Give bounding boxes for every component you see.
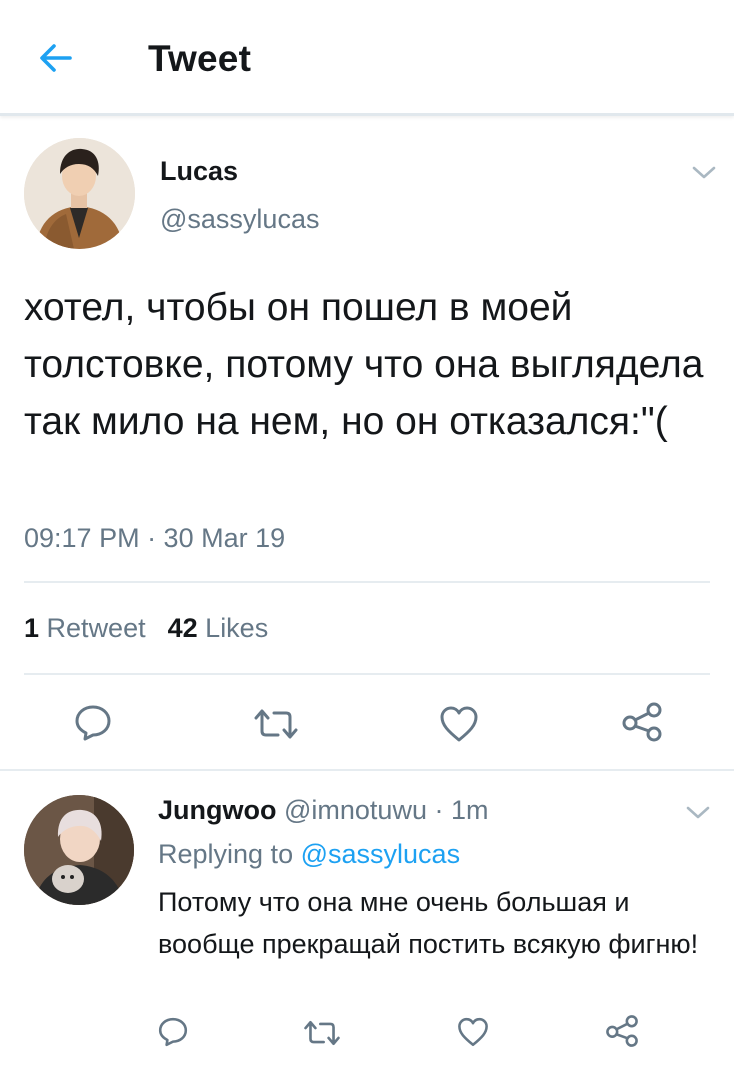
- like-icon: [458, 1017, 488, 1047]
- replying-to: Replying to @sassylucas: [158, 839, 460, 870]
- reply-share-button[interactable]: [604, 1014, 640, 1048]
- chevron-down-icon: [686, 806, 710, 819]
- divider: [24, 673, 710, 675]
- tweet-stats: 1 Retweet 42 Likes: [24, 613, 290, 644]
- divider: [24, 581, 710, 583]
- reply-like-button[interactable]: [456, 1016, 490, 1048]
- reply-tweet: Jungwoo @imnotuwu · 1m Replying to @sass…: [0, 771, 734, 1080]
- retweet-icon: [254, 709, 298, 739]
- reply-button[interactable]: [72, 703, 114, 743]
- top-bar: Tweet: [0, 0, 734, 116]
- like-button[interactable]: [438, 704, 480, 744]
- back-button[interactable]: [36, 38, 76, 78]
- tweet-text: хотел, чтобы он пошел в моей толстовке, …: [24, 286, 704, 443]
- like-icon: [440, 706, 478, 742]
- author-name[interactable]: Lucas: [160, 156, 238, 187]
- like-count: 42: [167, 613, 198, 643]
- reply-retweet-button[interactable]: [302, 1019, 342, 1047]
- retweet-count: 1: [24, 613, 40, 643]
- reply-text: Потому что она мне очень большая и вообщ…: [158, 887, 699, 959]
- reply-reply-button[interactable]: [156, 1016, 190, 1048]
- reply-time: 1m: [451, 795, 489, 825]
- reply-icon: [158, 1017, 188, 1047]
- share-button[interactable]: [620, 701, 664, 743]
- retweet-button[interactable]: [252, 707, 300, 741]
- page-title: Tweet: [148, 38, 252, 79]
- replying-to-link[interactable]: @sassylucas: [301, 839, 460, 869]
- tweet-menu-button[interactable]: [690, 164, 718, 182]
- reply-icon: [75, 705, 111, 741]
- author-handle[interactable]: @sassylucas: [160, 204, 319, 235]
- reply-avatar[interactable]: [24, 795, 134, 905]
- tweet-timestamp: 09:17 PM · 30 Mar 19: [24, 523, 286, 553]
- retweet-count-link[interactable]: 1 Retweet: [24, 613, 146, 644]
- likes-count-link[interactable]: 42 Likes: [168, 613, 269, 644]
- replying-prefix: Replying to: [158, 839, 294, 869]
- avatar-photo: [24, 138, 135, 249]
- likes-label: Likes: [205, 613, 269, 643]
- retweet-icon: [304, 1020, 340, 1046]
- reply-header: Jungwoo @imnotuwu · 1m: [158, 795, 489, 826]
- retweet-label: Retweet: [46, 613, 146, 643]
- share-icon: [622, 702, 662, 742]
- arrow-left-icon: [40, 44, 72, 72]
- avatar-photo: [24, 795, 134, 905]
- chevron-down-icon: [692, 166, 716, 179]
- reply-author-name[interactable]: Jungwoo: [158, 795, 276, 825]
- main-tweet: Lucas @sassylucas хотел, чтобы он пошел …: [0, 119, 734, 771]
- reply-menu-button[interactable]: [684, 804, 712, 822]
- avatar[interactable]: [24, 138, 135, 249]
- reply-author-handle[interactable]: @imnotuwu: [284, 795, 427, 825]
- share-icon: [606, 1015, 638, 1047]
- separator-dot: ·: [434, 795, 444, 825]
